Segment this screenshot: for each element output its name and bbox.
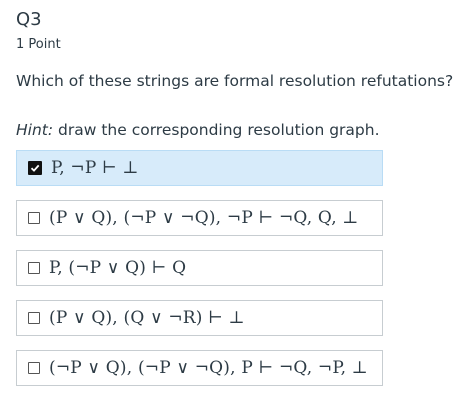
question-hint: Hint: draw the corresponding resolution …	[16, 121, 380, 139]
checkbox-icon[interactable]	[28, 262, 40, 274]
answer-option-label: P, (¬P ∨ Q) ⊢ Q	[49, 258, 187, 278]
answer-option-4[interactable]: (P ∨ Q), (Q ∨ ¬R) ⊢ ⊥	[16, 300, 383, 336]
hint-label: Hint:	[16, 121, 54, 139]
answer-option-5[interactable]: (¬P ∨ Q), (¬P ∨ ¬Q), P ⊢ ¬Q, ¬P, ⊥	[16, 350, 383, 386]
checkbox-icon[interactable]	[28, 212, 40, 224]
answer-option-3[interactable]: P, (¬P ∨ Q) ⊢ Q	[16, 250, 383, 286]
answer-option-label: (¬P ∨ Q), (¬P ∨ ¬Q), P ⊢ ¬Q, ¬P, ⊥	[49, 358, 368, 378]
checkbox-checked-icon[interactable]	[28, 161, 42, 175]
answer-option-label: (P ∨ Q), (Q ∨ ¬R) ⊢ ⊥	[49, 308, 245, 328]
answer-option-label: (P ∨ Q), (¬P ∨ ¬Q), ¬P ⊢ ¬Q, Q, ⊥	[49, 208, 359, 228]
checkbox-icon[interactable]	[28, 312, 40, 324]
question-title: Q3	[16, 9, 42, 30]
quiz-question: Q3 1 Point Which of these strings are fo…	[0, 0, 460, 407]
answer-option-label: P, ¬P ⊢ ⊥	[51, 158, 139, 178]
hint-text: draw the corresponding resolution graph.	[53, 121, 380, 139]
answer-option-1[interactable]: P, ¬P ⊢ ⊥	[16, 150, 383, 186]
question-prompt: Which of these strings are formal resolu…	[16, 72, 454, 90]
answer-option-2[interactable]: (P ∨ Q), (¬P ∨ ¬Q), ¬P ⊢ ¬Q, Q, ⊥	[16, 200, 383, 236]
question-points: 1 Point	[16, 37, 61, 52]
checkbox-icon[interactable]	[28, 362, 40, 374]
